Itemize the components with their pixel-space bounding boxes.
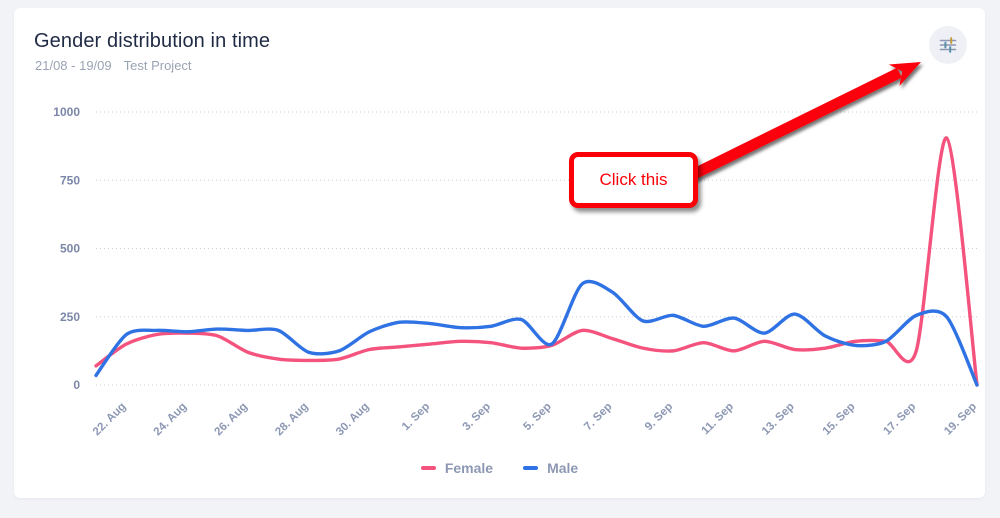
legend-item-female[interactable]: Female bbox=[420, 460, 494, 476]
chart-card: Gender distribution in time 21/08 - 19/0… bbox=[14, 8, 985, 498]
legend-swatch-icon bbox=[420, 466, 436, 470]
x-axis-tick-label: 24. Aug bbox=[152, 401, 190, 439]
y-axis-tick-label: 1000 bbox=[53, 105, 80, 119]
x-axis-tick-label: 5. Sep bbox=[521, 401, 553, 433]
x-axis-tick-label: 11. Sep bbox=[700, 401, 737, 438]
callout-box: Click this bbox=[569, 152, 698, 208]
x-axis-tick-label: 28. Aug bbox=[273, 401, 311, 439]
x-axis-tick-label: 9. Sep bbox=[643, 401, 675, 433]
line-chart: 0 250 500 750 1000 22. Aug 24. Aug 26. Aug 28. A… bbox=[53, 105, 979, 439]
x-axis-tick-label: 15. Sep bbox=[821, 401, 858, 438]
legend-label: Female bbox=[444, 460, 494, 476]
y-axis-tick-label: 750 bbox=[60, 173, 80, 187]
callout-label: Click this bbox=[599, 170, 668, 189]
y-axis-tick-label: 0 bbox=[73, 378, 80, 392]
x-axis-tick-label: 30. Aug bbox=[334, 401, 372, 439]
series-line-female bbox=[94, 136, 979, 387]
x-axis-tick-label: 26. Aug bbox=[212, 401, 250, 439]
series-line-male bbox=[94, 279, 979, 387]
x-axis-tick-label: 3. Sep bbox=[461, 401, 493, 433]
x-axis-tick-label: 7. Sep bbox=[582, 401, 614, 433]
x-axis-tick-label: 17. Sep bbox=[881, 401, 918, 438]
legend-swatch-icon bbox=[523, 466, 539, 470]
x-axis-tick-label: 19. Sep bbox=[942, 401, 979, 438]
y-axis-tick-label: 250 bbox=[60, 310, 80, 324]
x-axis-tick-label: 22. Aug bbox=[91, 401, 129, 439]
y-axis-tick-label: 500 bbox=[60, 242, 80, 256]
chart-legend: Female Male bbox=[14, 460, 985, 476]
x-axis-tick-label: 1. Sep bbox=[400, 401, 432, 433]
x-axis-tick-label: 13. Sep bbox=[760, 401, 797, 438]
legend-item-male[interactable]: Male bbox=[523, 460, 578, 476]
legend-label: Male bbox=[547, 460, 579, 476]
